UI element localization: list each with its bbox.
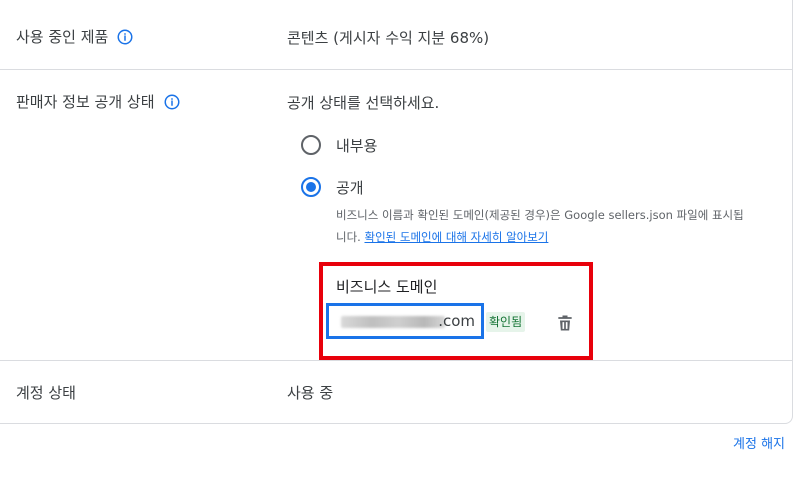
product-row-value: 콘텐츠 (게시자 수익 지분 68%) (287, 29, 490, 47)
radio-public[interactable] (301, 177, 321, 197)
radio-public-label[interactable]: 공개 (336, 177, 364, 198)
domain-field[interactable]: .com (326, 303, 484, 339)
info-icon[interactable] (163, 93, 181, 111)
disclosure-prompt: 공개 상태를 선택하세요. (287, 94, 440, 112)
product-row-label-group: 사용 중인 제품 (16, 26, 134, 47)
account-row-value: 사용 중 (287, 384, 334, 402)
radio-internal-label[interactable]: 내부용 (336, 135, 377, 156)
domain-suffix: .com (438, 312, 475, 330)
verified-status-badge: 확인됨 (486, 312, 526, 332)
settings-card: 사용 중인 제품 콘텐츠 (게시자 수익 지분 68%) 판매자 정보 공개 상… (0, 0, 793, 424)
disclosure-help-text: 비즈니스 이름과 확인된 도메인(제공된 경우)은 Google sellers… (336, 204, 746, 248)
divider (0, 69, 793, 70)
account-row-label: 계정 상태 (16, 384, 76, 402)
trash-icon[interactable] (555, 312, 575, 334)
redacted-domain-name (341, 316, 445, 328)
cancel-account-link[interactable]: 계정 해지 (733, 433, 785, 452)
product-row-label: 사용 중인 제품 (16, 28, 109, 46)
business-domain-title: 비즈니스 도메인 (336, 278, 438, 296)
info-icon[interactable] (116, 28, 134, 46)
divider (0, 360, 793, 361)
disclosure-row-label: 판매자 정보 공개 상태 (16, 93, 155, 111)
radio-internal[interactable] (301, 135, 321, 155)
disclosure-row-label-group: 판매자 정보 공개 상태 (16, 91, 181, 112)
learn-more-link[interactable]: 확인된 도메인에 대해 자세히 알아보기 (364, 230, 548, 244)
